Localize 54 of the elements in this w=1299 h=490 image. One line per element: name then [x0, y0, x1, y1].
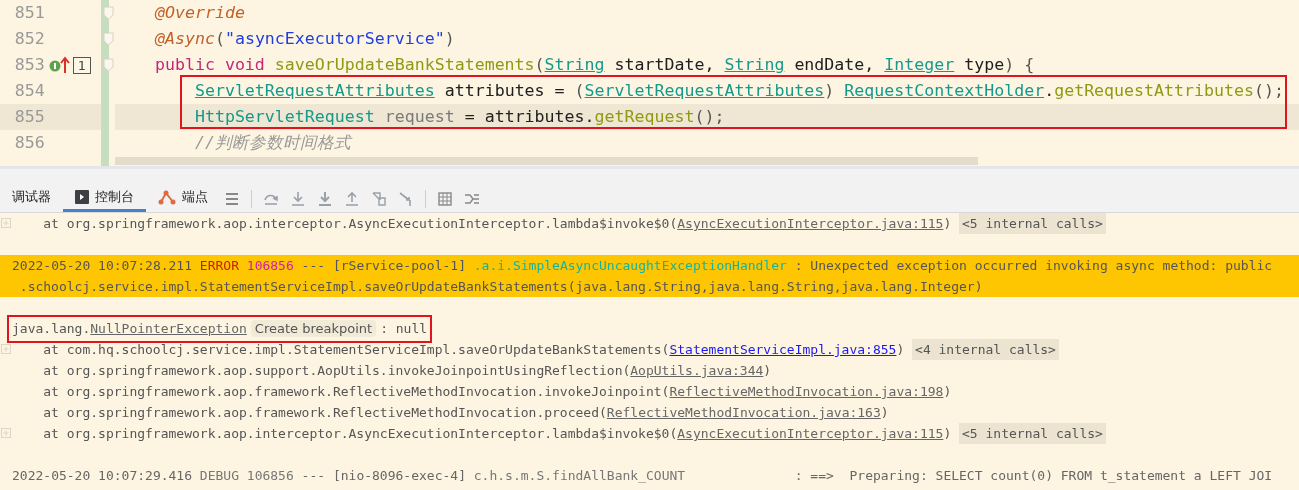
fold-icon[interactable] — [103, 32, 115, 46]
stack-trace-line: at org.springframework.aop.interceptor.AsyncExecutionInterceptor.lambda$invoke$0(AsyncExecutionInterceptor.java:115) — [43, 425, 952, 443]
expand-icon[interactable] — [1, 344, 11, 354]
count-badge[interactable]: 1 — [72, 56, 91, 74]
scrollbar-thumb[interactable] — [115, 157, 978, 165]
stack-trace-line: at org.springframework.aop.support.AopUtils.invokeJoinpointUsingReflection(AopUtils.java:344) — [43, 362, 772, 380]
code-line: ServletRequestAttributes attributes = (ServletRequestAttributes) RequestContextHolder.getRequestAttributes(); — [194, 81, 1284, 100]
step-into-icon[interactable] — [290, 190, 306, 207]
line-number: 851 — [13, 2, 45, 24]
run-to-cursor-icon[interactable] — [398, 190, 414, 207]
line-number: 854 — [13, 80, 45, 102]
source-link[interactable]: AsyncExecutionInterceptor.java:115 — [677, 216, 944, 231]
exception-line: java.lang.NullPointerException — [12, 320, 247, 338]
source-link[interactable]: AopUtils.java:344 — [630, 363, 764, 378]
code-line: HttpServletRequest request = attributes.getRequest(); — [194, 107, 725, 126]
stack-trace-line: at org.springframework.aop.framework.ReflectiveMethodInvocation.proceed(ReflectiveMethodInvocation.java:163) — [43, 404, 889, 422]
source-link[interactable]: AsyncExecutionInterceptor.java:115 — [677, 426, 944, 441]
expand-icon[interactable] — [1, 428, 11, 438]
code-line: //判断参数时间格式 — [194, 133, 351, 152]
tab[interactable]: 端点 — [146, 185, 220, 212]
log-line: 2022-05-20 10:07:28.211 ERROR 106856 --- [rService-pool-1] .a.i.SimpleAsyncUncaughtExceptionHandler : Unexpected exception occurred invoking async method: public — [12, 257, 1273, 275]
code-line: @Async("asyncExecutorService") — [154, 29, 455, 48]
log-line: .schoolcj.service.impl.StatementServiceImpl.saveOrUpdateBankStatements(java.lang.String,java.lang.String,java.lang.Integer) — [18, 278, 983, 296]
create-breakpoint-button[interactable]: Create breakpoint — [250, 320, 377, 337]
console-icon — [75, 190, 89, 204]
internal-calls-label[interactable]: <4 internal calls> — [912, 339, 1059, 360]
exception-message: : null — [380, 320, 428, 338]
line-number: 853 — [13, 54, 45, 76]
nodes-icon — [158, 189, 176, 205]
calculator-icon[interactable] — [437, 190, 453, 207]
internal-calls-label[interactable]: <5 internal calls> — [959, 423, 1106, 444]
expand-icon[interactable] — [1, 218, 11, 228]
implemented-marker-icon[interactable] — [48, 56, 71, 74]
fold-icon[interactable] — [103, 6, 115, 20]
code-line: public void saveOrUpdateBankStatements(String startDate, String endDate, Integer type) { — [154, 55, 1035, 74]
stack-trace-line: at org.springframework.aop.interceptor.AsyncExecutionInterceptor.lambda$invoke$0(AsyncExecutionInterceptor.java:115) — [43, 215, 952, 233]
menu-icon[interactable] — [224, 190, 240, 207]
exception-link[interactable]: NullPointerException — [90, 321, 247, 336]
tab[interactable]: 调试器 — [0, 185, 63, 212]
fold-icon[interactable] — [103, 58, 115, 72]
stack-trace-line: at org.springframework.aop.framework.ReflectiveMethodInvocation.invokeJoinpoint(ReflectiveMethodInvocation.java:198) — [43, 383, 952, 401]
source-link[interactable]: StatementServiceImpl.java:855 — [669, 342, 897, 357]
drop-frame-icon[interactable] — [371, 190, 387, 207]
stack-trace-line: at com.hq.schoolcj.service.impl.StatementServiceImpl.saveOrUpdateBankStatements(StatementServiceImpl.java:855) — [43, 341, 905, 359]
force-step-into-icon[interactable] — [317, 190, 333, 207]
step-out-icon[interactable] — [344, 190, 360, 207]
source-link[interactable]: ReflectiveMethodInvocation.java:163 — [606, 405, 881, 420]
log-line: 2022-05-20 10:07:29.416 DEBUG 106856 --- [nio-8096-exec-4] c.h.s.m.S.findAllBank_COUNT : ==> Preparing: SELECT count(0) FROM t_statement a LEFT JOI — [12, 467, 1273, 485]
internal-calls-label[interactable]: <5 internal calls> — [959, 213, 1106, 234]
line-number: 856 — [13, 132, 45, 154]
code-line: @Override — [154, 3, 245, 22]
line-number: 852 — [13, 28, 45, 50]
line-number: 855 — [13, 106, 45, 128]
source-link[interactable]: ReflectiveMethodInvocation.java:198 — [669, 384, 944, 399]
